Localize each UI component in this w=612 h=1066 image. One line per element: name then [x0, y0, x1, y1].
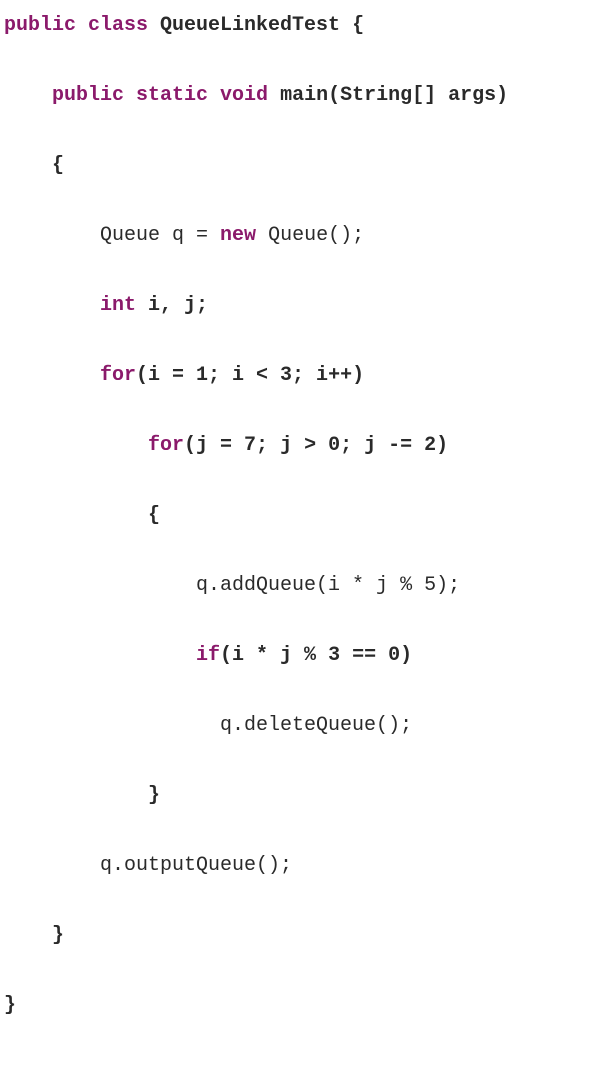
keyword: public class	[4, 14, 160, 37]
code-line: int i, j;	[4, 288, 612, 323]
code-text: q.addQueue(i * j % 5);	[4, 574, 460, 597]
code-text: }	[4, 924, 64, 947]
code-line: }	[4, 988, 612, 1023]
keyword: for	[148, 434, 184, 457]
keyword: public static void	[52, 84, 280, 107]
code-line: Queue q = new Queue();	[4, 218, 612, 253]
code-line: for(i = 1; i < 3; i++)	[4, 358, 612, 393]
code-text: (j = 7; j > 0; j -= 2)	[184, 434, 448, 457]
code-line: {	[4, 498, 612, 533]
indent	[4, 294, 100, 317]
code-line: if(i * j % 3 == 0)	[4, 638, 612, 673]
code-line: {	[4, 148, 612, 183]
code-text: Queue q =	[4, 224, 220, 247]
code-text: }	[4, 994, 16, 1017]
code-line: public static void main(String[] args)	[4, 78, 612, 113]
code-text: main(String[] args)	[280, 84, 508, 107]
code-text: {	[4, 154, 64, 177]
code-line: q.deleteQueue();	[4, 708, 612, 743]
indent	[4, 84, 52, 107]
code-text: {	[4, 504, 160, 527]
code-text: QueueLinkedTest {	[160, 14, 364, 37]
code-text: (i * j % 3 == 0)	[220, 644, 412, 667]
code-line: }	[4, 778, 612, 813]
keyword: if	[196, 644, 220, 667]
indent	[4, 434, 148, 457]
code-text: }	[4, 784, 160, 807]
code-block: public class QueueLinkedTest { public st…	[4, 8, 612, 1058]
indent	[4, 364, 100, 387]
code-text: Queue();	[268, 224, 364, 247]
keyword: for	[100, 364, 136, 387]
indent	[4, 644, 196, 667]
code-line: q.addQueue(i * j % 5);	[4, 568, 612, 603]
code-line: q.outputQueue();	[4, 848, 612, 883]
keyword: new	[220, 224, 268, 247]
code-text: q.outputQueue();	[4, 854, 292, 877]
code-line: public class QueueLinkedTest {	[4, 8, 612, 43]
keyword: int	[100, 294, 148, 317]
code-line: for(j = 7; j > 0; j -= 2)	[4, 428, 612, 463]
code-text: i, j;	[148, 294, 208, 317]
code-text: q.deleteQueue();	[4, 714, 412, 737]
code-line: }	[4, 918, 612, 953]
code-text: (i = 1; i < 3; i++)	[136, 364, 364, 387]
